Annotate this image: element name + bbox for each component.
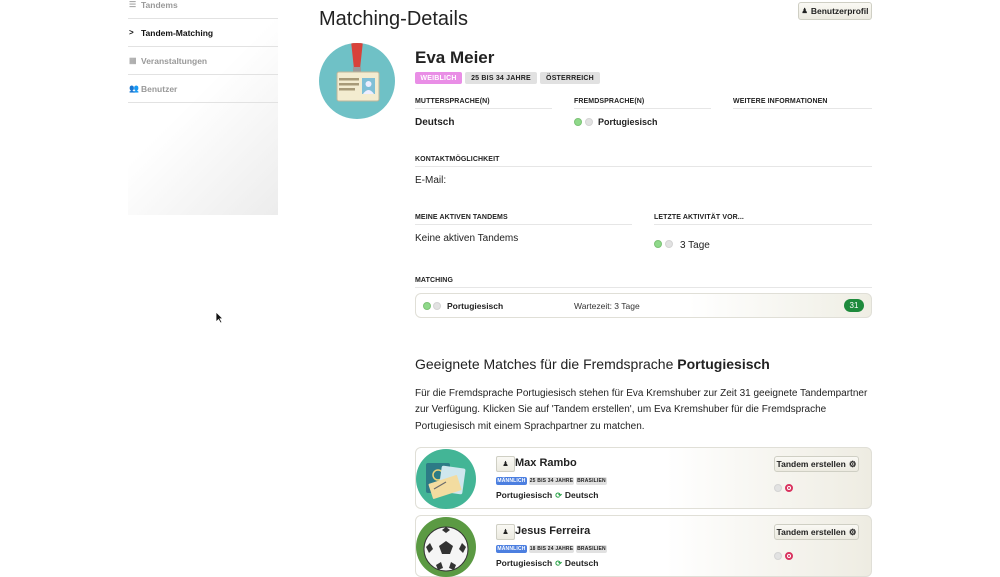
id-card-icon (336, 43, 380, 102)
match-count-badge: 31 (844, 299, 864, 312)
active-tandems-value: Keine aktiven Tandems (415, 233, 519, 244)
gender-badge: MÄNNLICH (496, 545, 527, 553)
sidebar-item-tandems[interactable]: ☰ Tandems (128, 0, 278, 19)
soccer-ball-icon (423, 526, 469, 572)
sidebar-item-label: Veranstaltungen (141, 55, 208, 66)
sidebar-item-tandem-matching[interactable]: > Tandem-Matching (128, 19, 278, 47)
profile-name: Eva Meier (415, 48, 495, 67)
passport-icon (426, 463, 466, 499)
foreign-language-label: FREMDSPRACHE(N) (574, 98, 711, 109)
calendar-icon: ▦ (129, 56, 137, 65)
profile-button[interactable]: ♟ (496, 524, 515, 540)
target-icon (785, 484, 793, 492)
sidebar-item-label: Tandems (141, 0, 178, 10)
additional-info-label: WEITERE INFORMATIONEN (733, 98, 872, 109)
page-title: Matching-Details (319, 8, 468, 30)
contact-value: E-Mail: (415, 175, 447, 186)
matching-row[interactable]: Portugiesisch Wartezeit: 3 Tage 31 (415, 293, 872, 318)
language-pair: Portugiesisch ⟳ Deutsch (496, 490, 599, 500)
avatar (416, 517, 476, 577)
user-icon: ♟ (801, 8, 808, 15)
activity-dot-icon (654, 240, 662, 248)
gear-icon: ⚙ (848, 526, 857, 537)
sidebar-item-label: Benutzer (141, 83, 178, 94)
sidebar-item-veranstaltungen[interactable]: ▦ Veranstaltungen (128, 47, 278, 75)
last-activity-value: 3 Tage (680, 240, 710, 251)
level-dot-icon (574, 118, 582, 126)
match-card: ♟ Jesus Ferreira MÄNNLICH 18 BIS 24 JAHR… (415, 515, 872, 577)
gender-badge: WEIBLICH (415, 72, 462, 84)
match-card: ♟ Max Rambo MÄNNLICH 25 BIS 34 JAHRE BRA… (415, 447, 872, 509)
last-activity-label: LETZTE AKTIVITÄT VOR... (654, 214, 872, 225)
status-dot-icon (774, 552, 782, 560)
age-badge: 25 BIS 34 JAHRE (529, 477, 574, 485)
contact-label: KONTAKTMÖGLICHKEIT (415, 156, 872, 167)
age-badge: 18 BIS 24 JAHRE (529, 545, 574, 553)
swap-icon: ⟳ (555, 490, 562, 500)
target-icon (785, 552, 793, 560)
foreign-language-value: Portugiesisch (598, 117, 658, 127)
matching-language: Portugiesisch (447, 301, 504, 311)
gear-icon: ⚙ (848, 458, 857, 469)
matching-label: MATCHING (415, 277, 872, 288)
active-tandems-label: MEINE AKTIVEN TANDEMS (415, 214, 632, 225)
chevron-right-icon: > (129, 28, 134, 37)
match-name: Jesus Ferreira (515, 525, 591, 537)
country-badge: BRASILIEN (576, 477, 607, 485)
sidebar-item-label: Tandem-Matching (141, 27, 214, 38)
list-icon: ☰ (129, 0, 137, 9)
user-icon: ♟ (502, 529, 509, 536)
native-language-value: Deutsch (415, 117, 455, 128)
create-tandem-button[interactable]: Tandem erstellen ⚙ (774, 456, 859, 472)
user-profile-button[interactable]: ♟ Benutzerprofil (798, 2, 872, 20)
gender-badge: MÄNNLICH (496, 477, 527, 485)
mouse-cursor-icon (215, 311, 224, 324)
country-badge: BRASILIEN (576, 545, 607, 553)
level-dot-icon (585, 118, 593, 126)
native-language-label: MUTTERSPRACHE(N) (415, 98, 552, 109)
users-icon: 👥 (129, 84, 139, 93)
profile-button[interactable]: ♟ (496, 456, 515, 472)
status-dot-icon (774, 484, 782, 492)
language-pair: Portugiesisch ⟳ Deutsch (496, 558, 599, 568)
swap-icon: ⟳ (555, 558, 562, 568)
level-dot-icon (423, 302, 431, 310)
user-icon: ♟ (502, 461, 509, 468)
country-badge: ÖSTERREICH (540, 72, 600, 84)
avatar (416, 449, 476, 509)
sidebar-item-benutzer[interactable]: 👥 Benutzer (128, 75, 278, 103)
create-tandem-button[interactable]: Tandem erstellen ⚙ (774, 524, 859, 540)
matching-wait-time: Wartezeit: 3 Tage (574, 301, 640, 311)
matches-title: Geeignete Matches für die Fremdsprache P… (415, 356, 770, 372)
sidebar: ☰ Tandems > Tandem-Matching ▦ Veranstalt… (128, 0, 278, 215)
level-dot-icon (433, 302, 441, 310)
match-name: Max Rambo (515, 457, 577, 469)
avatar (319, 43, 395, 119)
activity-dot-icon (665, 240, 673, 248)
matches-description: Für die Fremdsprache Portugiesisch stehe… (415, 388, 868, 432)
age-badge: 25 BIS 34 JAHRE (465, 72, 537, 84)
